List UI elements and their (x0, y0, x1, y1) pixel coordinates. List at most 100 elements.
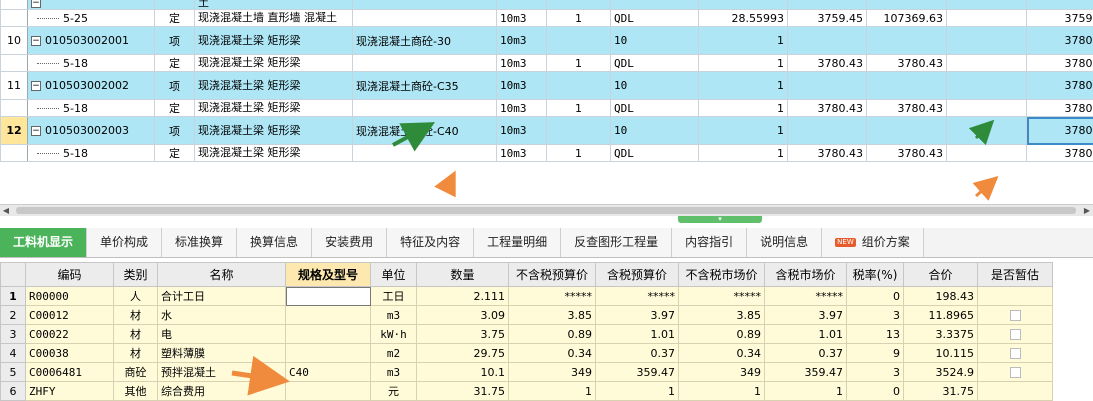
material-category[interactable]: 材 (113, 343, 158, 363)
item-name-cell[interactable]: 现浇混凝土梁 矩形梁 (194, 71, 353, 100)
item-total-price[interactable] (866, 0, 947, 10)
market-price-excl-tax[interactable]: 0.34 (678, 343, 765, 363)
material-spec[interactable] (285, 324, 371, 344)
item-row[interactable]: 5-18 定现浇混凝土梁 矩形梁 10m3 1 QDL 1 3780.43 3780.43 37… (0, 54, 1093, 72)
material-name[interactable]: 预拌混凝土 (157, 362, 286, 382)
market-price-incl-tax[interactable]: 359.47 (764, 362, 847, 382)
tab-8[interactable]: 内容指引 (672, 228, 748, 257)
item-code-cell[interactable]: −010503002002 (27, 71, 155, 100)
item-spec[interactable] (352, 99, 497, 117)
item-row[interactable]: 11−010503002002 项现浇混凝土梁 矩形梁 现浇混凝土商砼-C35 10m… (0, 71, 1093, 100)
item-quantity-source[interactable]: QDL (610, 9, 699, 27)
item-qty-ratio[interactable]: 1 (546, 144, 611, 162)
item-qty-ratio[interactable]: 1 (546, 54, 611, 72)
market-price-incl-tax[interactable]: ***** (764, 286, 847, 306)
tax-rate[interactable]: 13 (846, 324, 904, 344)
item-unit[interactable]: 10m3 (496, 144, 547, 162)
item-spec[interactable]: 现浇混凝土商砼-C35 (352, 71, 497, 100)
material-quantity[interactable]: 29.75 (416, 343, 509, 363)
item-code-cell[interactable]: 5-18 (27, 99, 155, 117)
column-header[interactable]: 是否暂估 (977, 262, 1053, 287)
material-unit[interactable]: m3 (370, 305, 417, 325)
budget-price-excl-tax[interactable]: 0.34 (508, 343, 596, 363)
row-number[interactable] (0, 9, 28, 27)
item-quantity[interactable]: 28.55993 (698, 9, 788, 27)
item-quantity[interactable]: 1 (698, 99, 788, 117)
material-unit[interactable]: 元 (370, 381, 417, 401)
market-price-excl-tax[interactable]: 0.89 (678, 324, 765, 344)
budget-price-incl-tax[interactable]: 3.97 (595, 305, 679, 325)
row-number[interactable]: 4 (0, 343, 26, 363)
item-quantity-source[interactable]: 10 (610, 71, 699, 100)
material-code[interactable]: C00012 (25, 305, 114, 325)
item-unit-price[interactable]: 3780.43 (787, 144, 867, 162)
material-name[interactable]: 塑料薄膜 (157, 343, 286, 363)
item-qty-ratio[interactable]: 1 (546, 9, 611, 27)
item-type[interactable]: 项 (154, 116, 195, 145)
column-header[interactable]: 税率(%) (846, 262, 904, 287)
material-name[interactable]: 合计工日 (157, 286, 286, 306)
item-quantity[interactable]: 1 (698, 144, 788, 162)
item-quantity[interactable]: 1 (698, 116, 788, 145)
item-row[interactable]: 5-25 定现浇混凝土墙 直形墙 混凝土 10m3 1 QDL 28.55993 3759.… (0, 9, 1093, 27)
item-total-price[interactable] (866, 26, 947, 55)
item-spec[interactable] (352, 144, 497, 162)
item-qty-ratio[interactable] (546, 26, 611, 55)
tab-9[interactable]: 说明信息 (747, 228, 823, 257)
row-number[interactable] (0, 54, 28, 72)
item-unit-price[interactable]: 3780.43 (787, 54, 867, 72)
total-price[interactable]: 3524.9 (903, 362, 978, 382)
item-spec[interactable]: 现浇混凝土商砼-C40 (352, 116, 497, 145)
item-name-cell[interactable]: 现浇混凝土梁 矩形梁 (194, 99, 353, 117)
provisional-checkbox[interactable] (1009, 329, 1021, 340)
budget-price-excl-tax[interactable]: 0.89 (508, 324, 596, 344)
material-name[interactable]: 水 (157, 305, 286, 325)
material-grid[interactable]: 编码 类别 名称 规格及型号 单位 数量 不含税预算价 含税预算价 不含税市场价 含税市场价 税率(… (0, 262, 1093, 401)
row-number[interactable] (0, 99, 28, 117)
item-unit-price[interactable] (787, 26, 867, 55)
horizontal-scrollbar[interactable]: ◀ ▶ (0, 204, 1093, 216)
market-price-incl-tax[interactable]: 3.97 (764, 305, 847, 325)
material-name[interactable]: 电 (157, 324, 286, 344)
item-type[interactable]: 定 (154, 9, 195, 27)
row-number[interactable]: 2 (0, 305, 26, 325)
item-spec[interactable] (352, 9, 497, 27)
tab-3[interactable]: 换算信息 (237, 228, 313, 257)
scroll-left-icon[interactable]: ◀ (0, 205, 12, 216)
row-number[interactable] (0, 0, 28, 10)
item-type[interactable]: 定 (154, 144, 195, 162)
item-total-price[interactable] (866, 116, 947, 145)
tax-rate[interactable]: 9 (846, 343, 904, 363)
item-code-cell[interactable]: 5-18 (27, 54, 155, 72)
material-code[interactable]: C0006481 (25, 362, 114, 382)
item-name-cell[interactable]: 土 (194, 0, 353, 10)
tab-4[interactable]: 安装费用 (312, 228, 388, 257)
item-quantity[interactable]: 1 (698, 26, 788, 55)
total-price[interactable]: 198.43 (903, 286, 978, 306)
row-number[interactable]: 6 (0, 381, 26, 401)
item-name-cell[interactable]: 现浇混凝土梁 矩形梁 (194, 116, 353, 145)
provisional-checkbox[interactable] (1009, 367, 1021, 378)
item-spec[interactable] (352, 54, 497, 72)
material-code[interactable]: ZHFY (25, 381, 114, 401)
item-quantity[interactable]: 1 (698, 71, 788, 100)
column-header[interactable]: 含税预算价 (595, 262, 679, 287)
item-row[interactable]: 5-18 定现浇混凝土梁 矩形梁 10m3 1 QDL 1 3780.43 3780.43 37… (0, 144, 1093, 162)
item-unit[interactable]: 10m3 (496, 54, 547, 72)
item-code-cell[interactable]: −010503002001 (27, 26, 155, 55)
item-total-price[interactable]: 3780.43 (866, 144, 947, 162)
item-composite-price[interactable]: 3780.43 (1026, 116, 1093, 145)
material-category[interactable]: 材 (113, 305, 158, 325)
collapse-minus-icon[interactable]: − (31, 126, 41, 136)
column-header[interactable]: 含税市场价 (764, 262, 847, 287)
item-quantity[interactable]: 1 (698, 54, 788, 72)
budget-price-excl-tax[interactable]: 349 (508, 362, 596, 382)
item-type[interactable]: 项 (154, 26, 195, 55)
material-unit[interactable]: m3 (370, 362, 417, 382)
column-header[interactable]: 名称 (157, 262, 286, 287)
item-row[interactable]: 5-18 定现浇混凝土梁 矩形梁 10m3 1 QDL 1 3780.43 3780.43 37… (0, 99, 1093, 117)
material-category[interactable]: 材 (113, 324, 158, 344)
total-price[interactable]: 3.3375 (903, 324, 978, 344)
column-header[interactable]: 合价 (903, 262, 978, 287)
column-header[interactable]: 规格及型号 (285, 262, 371, 287)
